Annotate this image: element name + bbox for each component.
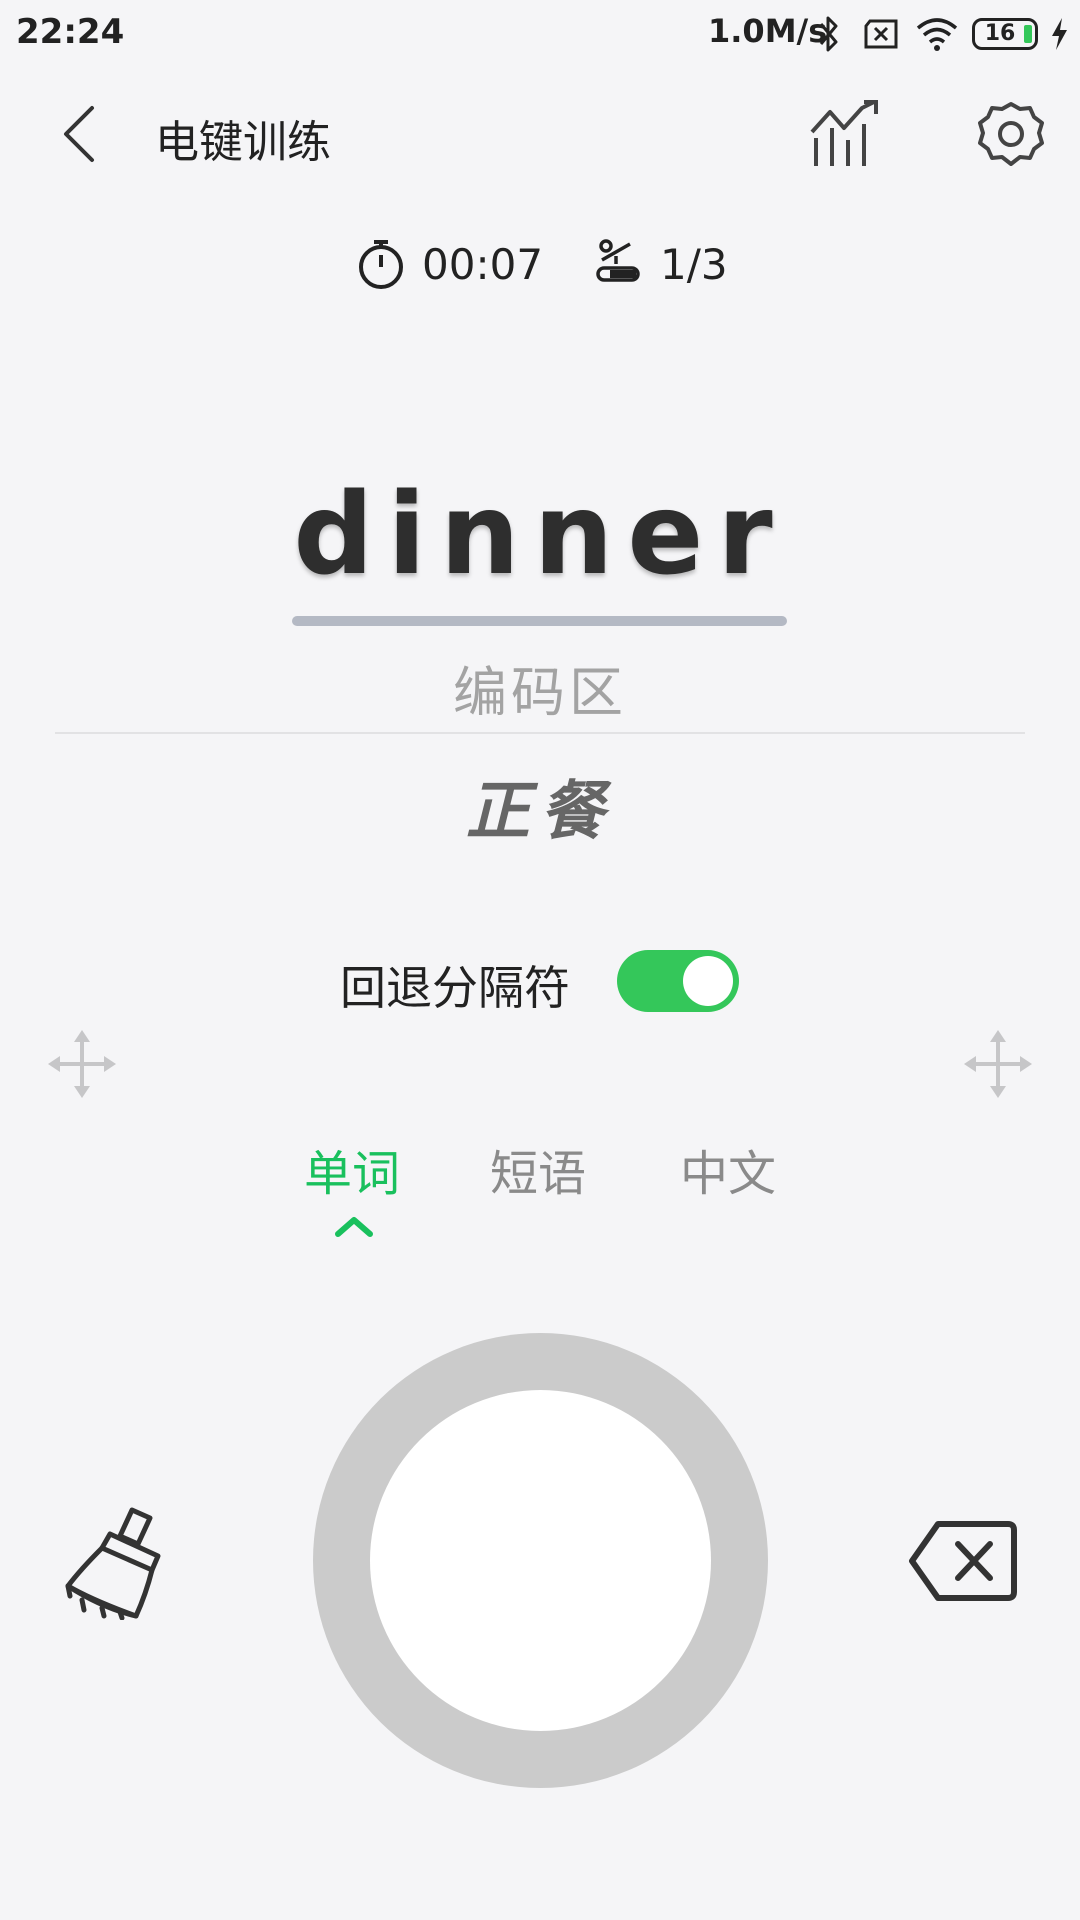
charging-icon <box>1052 18 1067 50</box>
progress-count: 1/3 <box>660 240 728 289</box>
timer-icon <box>359 240 403 289</box>
toggle-knob <box>683 956 733 1006</box>
network-speed: 1.0M/s <box>708 12 828 50</box>
page-title: 电键训练 <box>155 117 331 168</box>
battery-icon: 16 <box>972 18 1038 50</box>
wifi-icon <box>916 18 958 51</box>
status-time: 22:24 <box>16 12 125 52</box>
bluetooth-icon <box>819 16 838 52</box>
backspace-icon[interactable] <box>908 1520 1018 1602</box>
code-area: 编码区 <box>453 661 627 724</box>
settings-icon[interactable] <box>976 100 1046 170</box>
telegraph-key-icon <box>596 239 640 282</box>
backspace-separator-toggle[interactable] <box>617 950 739 1012</box>
battery-level: 16 <box>984 21 1016 46</box>
word-translation: 正餐 <box>466 774 614 849</box>
sim-error-icon <box>864 19 898 49</box>
morse-key-button[interactable] <box>313 1333 768 1788</box>
clear-brush-icon[interactable] <box>62 1504 176 1620</box>
status-bar: 22:24 1.0M/s 16 <box>0 0 1080 66</box>
move-handle-right-icon[interactable] <box>964 1030 1032 1098</box>
backspace-separator-label: 回退分隔符 <box>340 961 570 1015</box>
move-handle-left-icon[interactable] <box>48 1030 116 1098</box>
back-icon[interactable] <box>56 104 102 164</box>
stats-icon[interactable] <box>808 98 882 170</box>
morse-key-center <box>370 1390 711 1731</box>
input-progress-track <box>292 616 787 626</box>
tab-chinese[interactable]: 中文 <box>680 1134 776 1204</box>
target-word: dinner <box>293 470 787 600</box>
divider <box>55 732 1025 734</box>
elapsed-time: 00:07 <box>422 240 544 289</box>
active-tab-chevron-up-icon <box>335 1217 373 1237</box>
tab-phrases[interactable]: 短语 <box>490 1134 586 1204</box>
tab-words[interactable]: 单词 <box>304 1134 400 1204</box>
